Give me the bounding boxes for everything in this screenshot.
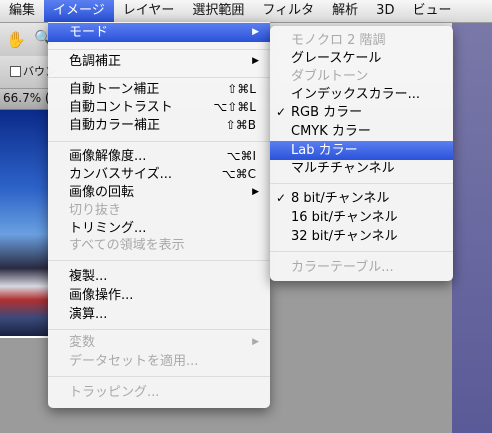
mode-item-cmyk[interactable]: CMYK カラー: [270, 122, 453, 141]
menu-shortcut: ⌥⌘C: [221, 167, 256, 181]
menu-shortcut: ⇧⌘B: [225, 118, 256, 132]
menu-item-canvas-size[interactable]: カンバスサイズ... ⌥⌘C: [48, 165, 270, 184]
menu-item-auto-tone[interactable]: 自動トーン補正 ⇧⌘L: [48, 80, 270, 99]
menu-item-apply-data-set: データセットを適用...: [48, 352, 270, 371]
menu-item-reveal-all: すべての領域を表示: [48, 236, 270, 255]
menu-item-label: ダブルトーン: [291, 69, 369, 84]
menu-layer[interactable]: レイヤー: [114, 0, 184, 22]
menu-item-label: 16 bit/チャンネル: [291, 210, 398, 225]
menu-item-label: すべての領域を表示: [69, 238, 185, 253]
menu-item-label: トラッピング...: [69, 385, 160, 400]
mode-item-16bit[interactable]: 16 bit/チャンネル: [270, 208, 453, 227]
menu-item-image-rotation[interactable]: 画像の回転 ▶: [48, 183, 270, 202]
menu-item-label: 32 bit/チャンネル: [291, 229, 398, 244]
menu-item-label: 切り抜き: [69, 203, 122, 218]
mode-submenu: モノクロ 2 階調 グレースケール ダブルトーン インデックスカラー... ✓ …: [270, 26, 453, 281]
menu-bar: 編集 イメージ レイヤー 選択範囲 フィルタ 解析 3D ビュー: [0, 0, 492, 23]
image-menu: モード ▶ 色調補正 ▶ 自動トーン補正 ⇧⌘L 自動コントラスト ⌥⇧⌘L 自…: [48, 22, 270, 408]
menu-item-label: モード: [69, 25, 109, 40]
menu-shortcut: ⌥⌘I: [226, 149, 256, 163]
submenu-arrow-icon: ▶: [252, 56, 259, 66]
checkmark-icon: ✓: [276, 191, 287, 205]
mode-item-grayscale[interactable]: グレースケール: [270, 49, 453, 68]
menu-item-trap: トラッピング...: [48, 383, 270, 402]
submenu-arrow-icon: ▶: [252, 187, 259, 197]
menu-filter[interactable]: フィルタ: [253, 0, 323, 22]
menu-item-label: カンバスサイズ...: [69, 167, 173, 182]
menu-item-label: 演算...: [69, 307, 108, 322]
mode-item-8bit[interactable]: ✓ 8 bit/チャンネル: [270, 189, 453, 208]
menu-3d[interactable]: 3D: [367, 0, 403, 22]
menu-item-label: モノクロ 2 階調: [291, 33, 386, 48]
mode-item-indexed[interactable]: インデックスカラー...: [270, 85, 453, 104]
mode-item-32bit[interactable]: 32 bit/チャンネル: [270, 227, 453, 246]
menu-item-label: 8 bit/チャンネル: [291, 191, 390, 206]
menu-item-label: 自動コントラスト: [69, 100, 173, 115]
menu-item-label: マルチチャンネル: [291, 161, 395, 176]
submenu-arrow-icon: ▶: [252, 27, 259, 37]
menu-item-label: 変数: [69, 335, 96, 350]
menu-item-crop: 切り抜き: [48, 201, 270, 220]
menu-item-label: データセットを適用...: [69, 354, 199, 369]
menu-separator: [48, 77, 270, 78]
photo-canvas[interactable]: [0, 110, 48, 336]
menu-item-label: 自動トーン補正: [69, 82, 160, 97]
menu-item-label: 画像の回転: [69, 185, 135, 200]
menu-view[interactable]: ビュー: [403, 0, 460, 22]
menu-analysis[interactable]: 解析: [323, 0, 367, 22]
menu-item-label: 画像操作...: [69, 288, 134, 303]
menu-item-adjustments[interactable]: 色調補正 ▶: [48, 52, 270, 71]
menu-separator: [48, 260, 270, 261]
menu-item-label: RGB カラー: [291, 105, 363, 120]
mode-item-color-table: カラーテーブル...: [270, 258, 453, 277]
mode-item-multichannel[interactable]: マルチチャンネル: [270, 159, 453, 178]
menu-item-label: CMYK カラー: [291, 124, 371, 139]
photo-edge: [0, 336, 48, 338]
mode-item-duotone: ダブルトーン: [270, 67, 453, 86]
menu-shortcut: ⌥⇧⌘L: [213, 100, 256, 114]
mode-item-monochrome: モノクロ 2 階調: [270, 31, 453, 50]
menu-item-label: Lab カラー: [291, 143, 358, 158]
menu-edit[interactable]: 編集: [0, 0, 44, 22]
menu-item-label: 複製...: [69, 269, 108, 284]
menu-item-label: グレースケール: [291, 51, 382, 66]
submenu-arrow-icon: ▶: [252, 337, 259, 347]
mode-item-lab[interactable]: Lab カラー: [270, 141, 453, 160]
menu-separator: [270, 251, 453, 252]
menu-item-mode[interactable]: モード ▶: [48, 23, 270, 42]
hand-icon[interactable]: ✋: [6, 30, 26, 49]
menu-separator: [48, 141, 270, 142]
menu-item-label: 自動カラー補正: [69, 118, 161, 133]
menu-item-apply-image[interactable]: 画像操作...: [48, 286, 270, 305]
menu-item-label: 画像解像度...: [69, 149, 147, 164]
menu-item-auto-color[interactable]: 自動カラー補正 ⇧⌘B: [48, 116, 270, 135]
menu-item-variables: 変数 ▶: [48, 333, 270, 352]
menu-shortcut: ⇧⌘L: [227, 82, 256, 96]
menu-separator: [270, 183, 453, 184]
document-zoom-label: 66.7% (: [3, 91, 50, 105]
menu-item-label: カラーテーブル...: [291, 260, 394, 275]
desktop-background: [452, 23, 492, 433]
menu-image[interactable]: イメージ: [44, 0, 114, 22]
mode-item-rgb[interactable]: ✓ RGB カラー: [270, 103, 453, 122]
checkbox[interactable]: [10, 66, 21, 77]
menu-item-auto-contrast[interactable]: 自動コントラスト ⌥⇧⌘L: [48, 98, 270, 117]
menu-item-calculations[interactable]: 演算...: [48, 305, 270, 324]
menu-item-image-size[interactable]: 画像解像度... ⌥⌘I: [48, 147, 270, 166]
menu-item-duplicate[interactable]: 複製...: [48, 267, 270, 286]
menu-select[interactable]: 選択範囲: [183, 0, 253, 22]
menu-separator: [48, 329, 270, 330]
menu-separator: [48, 49, 270, 50]
menu-item-label: インデックスカラー...: [291, 87, 421, 102]
checkmark-icon: ✓: [276, 105, 287, 119]
menu-item-label: 色調補正: [69, 54, 122, 69]
menu-separator: [48, 376, 270, 377]
